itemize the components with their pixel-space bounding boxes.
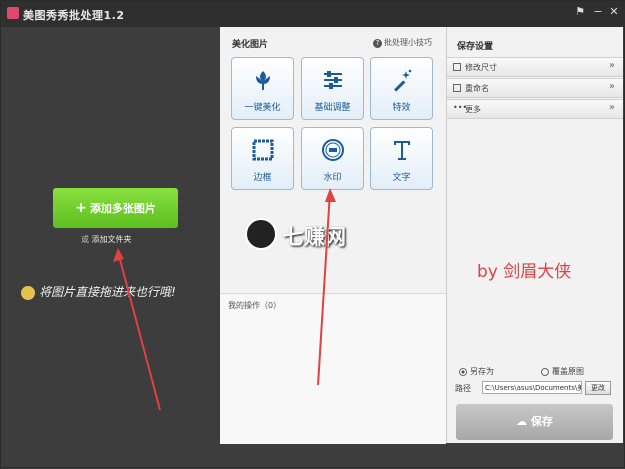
annotation-arrows [113,188,336,411]
arrow-head-icon [325,188,336,202]
arrow-head-icon [113,248,124,262]
arrow-to-add-button [117,251,161,411]
arrow-to-watermark-tile [317,191,331,386]
